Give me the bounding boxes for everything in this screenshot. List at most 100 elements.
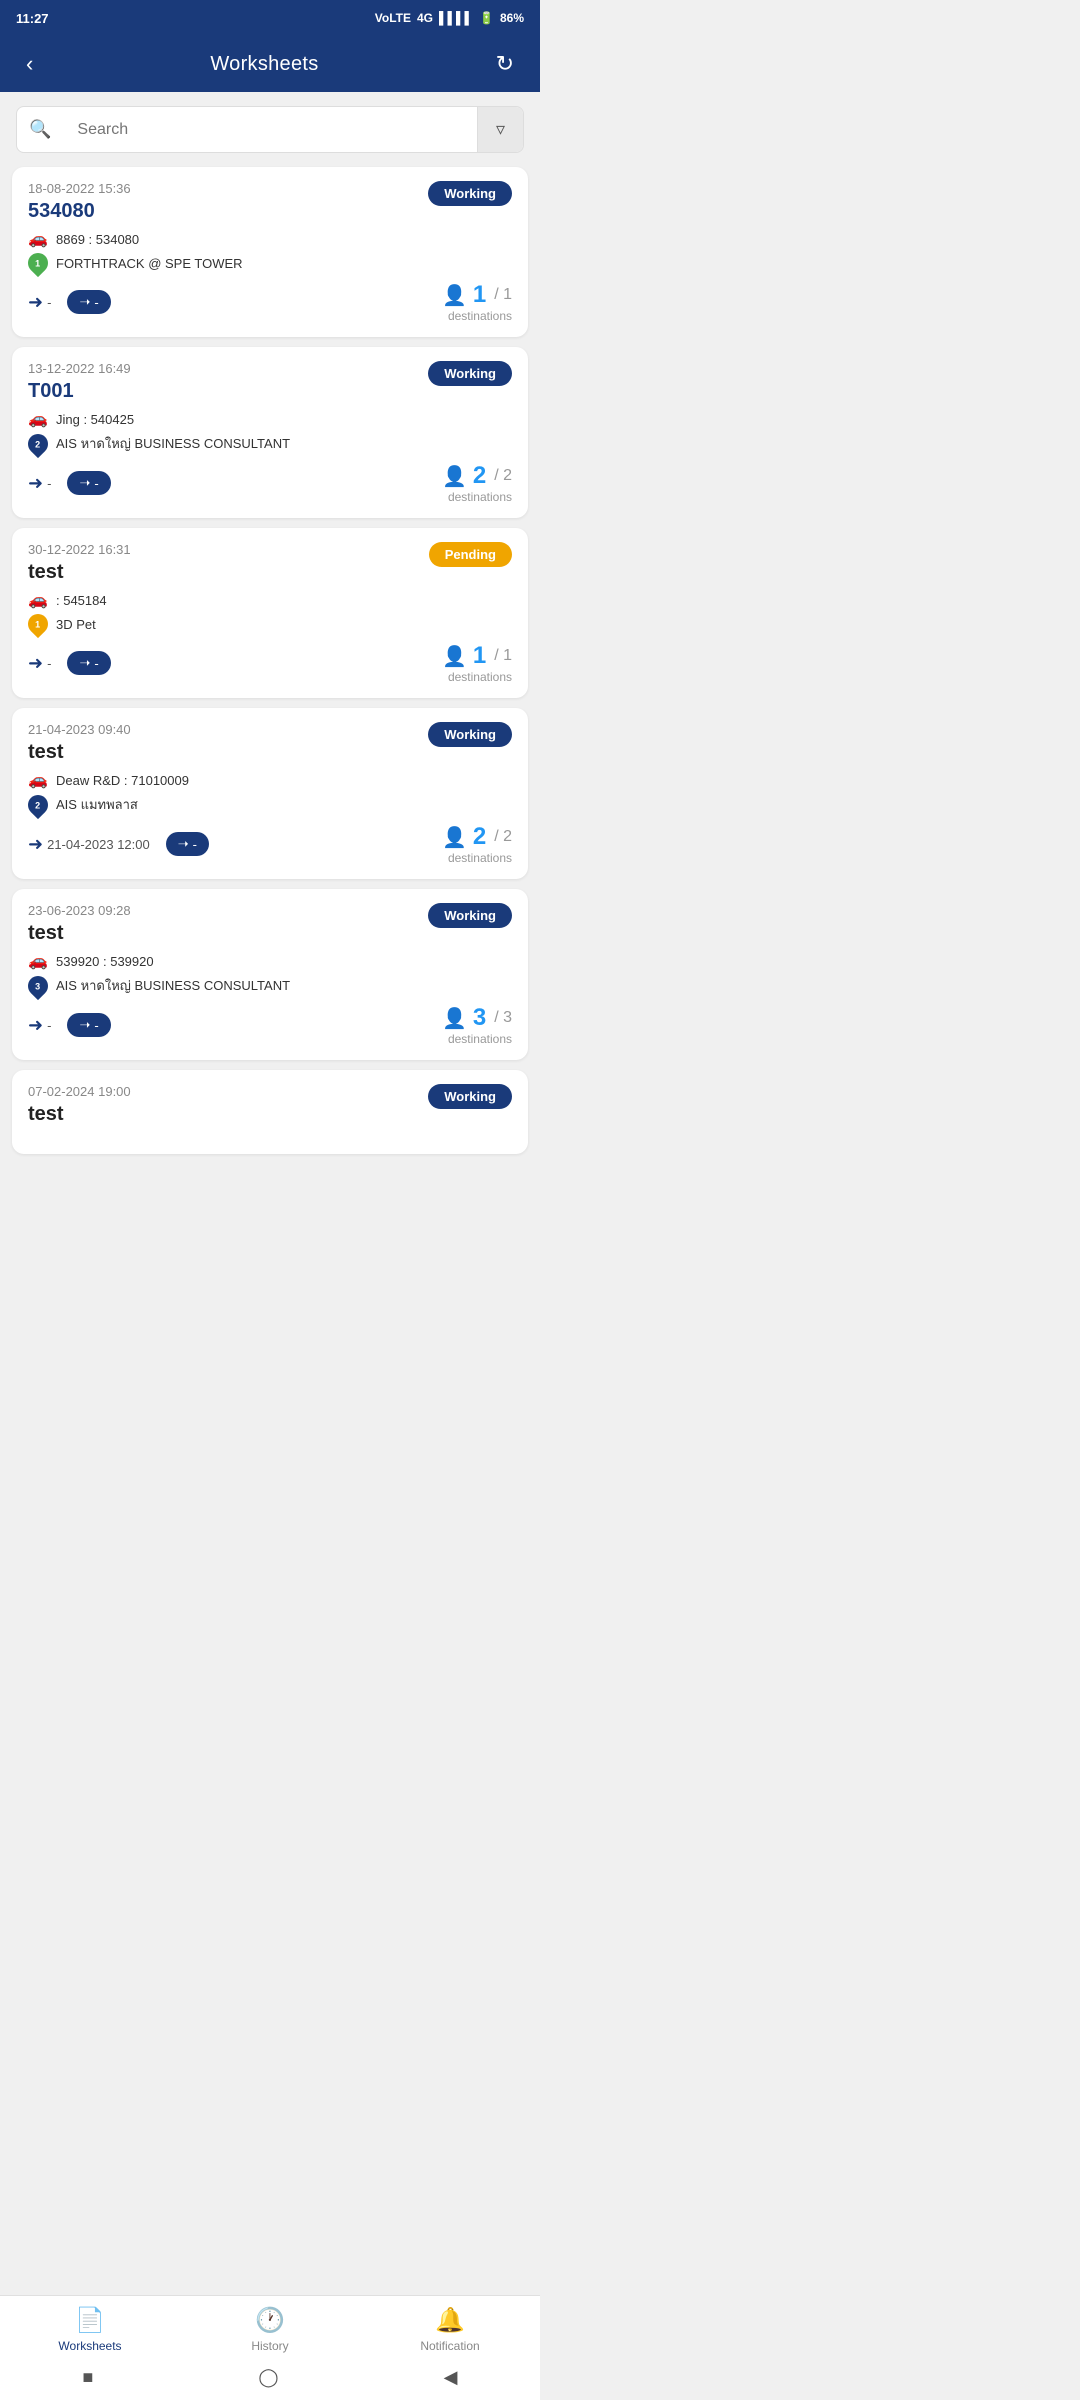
vehicle-info: 8869 : 534080 [56,232,139,247]
card-date: 23-06-2023 09:28 [28,903,131,918]
dest-count-row: 👤 2 / 2 [442,823,512,851]
vehicle-icon: 🚗 [28,590,48,610]
refresh-button[interactable]: ↻ [488,47,522,81]
status-time: 11:27 [16,11,49,26]
end-time: - [94,295,98,310]
back-button[interactable]: ‹ [18,47,41,81]
card-meta: 18-08-2022 15:36 534080 [28,181,131,229]
dest-icon: 👤 [442,825,467,850]
dest-count-row: 👤 2 / 2 [442,462,512,490]
battery-percent: 86% [500,11,524,25]
nav-worksheets[interactable]: 📄 Worksheets [0,2306,180,2353]
card-date: 07-02-2024 19:00 [28,1084,131,1099]
worksheets-icon: 📄 [75,2306,105,2335]
end-time: - [94,656,98,671]
app-header: ‹ Worksheets ↻ [0,36,540,92]
notification-label: Notification [420,2339,479,2353]
filter-button[interactable]: ▿ [477,107,523,152]
destinations-info: 👤 2 / 2 destinations [442,823,512,865]
status-right: VoLTE 4G ▌▌▌▌ 🔋 86% [375,11,524,25]
card-footer: ➜ - ➝ - 👤 2 / 2 destinations [28,462,512,504]
location-name: AIS หาดใหญ่ BUSINESS CONSULTANT [56,433,290,454]
dest-label: destinations [442,1032,512,1046]
circle-arrow-icon: ➜ [28,834,43,855]
location-row: 1 FORTHTRACK @ SPE TOWER [28,253,512,273]
dest-number: 1 [473,642,486,670]
circle-arrow-icon: ➜ [28,1015,43,1036]
location-pin-icon: 2 [24,429,52,457]
end-time: - [193,837,197,852]
vehicle-icon: 🚗 [28,409,48,429]
card-footer: ➜ - ➝ - 👤 3 / 3 destinations [28,1004,512,1046]
worksheet-card[interactable]: 18-08-2022 15:36 534080 Working 🚗 8869 :… [12,167,528,337]
worksheet-card[interactable]: 21-04-2023 09:40 test Working 🚗 Deaw R&D… [12,708,528,879]
dest-label: destinations [442,309,512,323]
card-meta: 30-12-2022 16:31 test [28,542,131,590]
start-time: - [47,1018,51,1033]
card-header: 30-12-2022 16:31 test Pending [28,542,512,590]
vehicle-info: : 545184 [56,593,107,608]
card-id: T001 [28,380,131,403]
circle-arrow-icon: ➜ [28,292,43,313]
history-label: History [251,2339,288,2353]
card-meta: 21-04-2023 09:40 test [28,722,131,770]
location-row: 1 3D Pet [28,614,512,634]
dest-label: destinations [442,490,512,504]
dest-number: 3 [473,1004,486,1032]
search-bar: 🔍 ▿ [16,106,524,153]
card-header: 07-02-2024 19:00 test Working [28,1084,512,1132]
notification-icon: 🔔 [435,2306,465,2335]
status-badge: Working [428,903,512,928]
circle-button[interactable]: ◯ [258,2367,278,2388]
worksheet-card[interactable]: 23-06-2023 09:28 test Working 🚗 539920 :… [12,889,528,1060]
card-meta: 23-06-2023 09:28 test [28,903,131,951]
vehicle-row: 🚗 Jing : 540425 [28,409,512,429]
status-badge: Working [428,181,512,206]
start-time: - [47,295,51,310]
dest-count-row: 👤 3 / 3 [442,1004,512,1032]
end-arrow: ➝ - [67,651,110,675]
arrow-info: ➜ - ➝ - [28,651,111,675]
location-row: 3 AIS หาดใหญ่ BUSINESS CONSULTANT [28,975,512,996]
status-badge: Working [428,1084,512,1109]
arrow-info: ➜ - ➝ - [28,471,111,495]
worksheet-card[interactable]: 13-12-2022 16:49 T001 Working 🚗 Jing : 5… [12,347,528,518]
start-time: - [47,656,51,671]
location-pin-icon: 1 [24,249,52,277]
dest-count-row: 👤 1 / 1 [442,281,512,309]
destinations-info: 👤 3 / 3 destinations [442,1004,512,1046]
card-id: test [28,741,131,764]
dest-icon: 👤 [442,644,467,669]
history-icon: 🕐 [255,2306,285,2335]
card-meta: 07-02-2024 19:00 test [28,1084,131,1132]
card-id: test [28,561,131,584]
start-arrow: ➜ 21-04-2023 12:00 [28,834,150,855]
search-input[interactable] [63,109,477,151]
location-number: 3 [35,981,40,991]
dest-icon: 👤 [442,1006,467,1031]
location-pin-icon: 3 [24,971,52,999]
vehicle-icon: 🚗 [28,770,48,790]
end-arrow: ➝ - [67,1013,110,1037]
network-icon: 4G [417,11,433,25]
start-time: 21-04-2023 12:00 [47,837,150,852]
card-header: 18-08-2022 15:36 534080 Working [28,181,512,229]
card-footer: ➜ 21-04-2023 12:00 ➝ - 👤 2 / 2 destinati… [28,823,512,865]
card-date: 21-04-2023 09:40 [28,722,131,737]
destinations-info: 👤 1 / 1 destinations [442,281,512,323]
card-id: test [28,922,131,945]
nav-notification[interactable]: 🔔 Notification [360,2306,540,2353]
vehicle-row: 🚗 8869 : 534080 [28,229,512,249]
worksheet-card[interactable]: 07-02-2024 19:00 test Working [12,1070,528,1154]
card-id: 534080 [28,200,131,223]
back-system-button[interactable]: ◀ [444,2367,458,2388]
location-number: 1 [35,258,40,268]
location-name: AIS หาดใหญ่ BUSINESS CONSULTANT [56,975,290,996]
card-header: 21-04-2023 09:40 test Working [28,722,512,770]
square-button[interactable]: ■ [83,2367,94,2388]
arrow-info: ➜ 21-04-2023 12:00 ➝ - [28,832,209,856]
end-arrow: ➝ - [67,471,110,495]
dest-count-row: 👤 1 / 1 [442,642,512,670]
nav-history[interactable]: 🕐 History [180,2306,360,2353]
worksheet-card[interactable]: 30-12-2022 16:31 test Pending 🚗 : 545184… [12,528,528,698]
